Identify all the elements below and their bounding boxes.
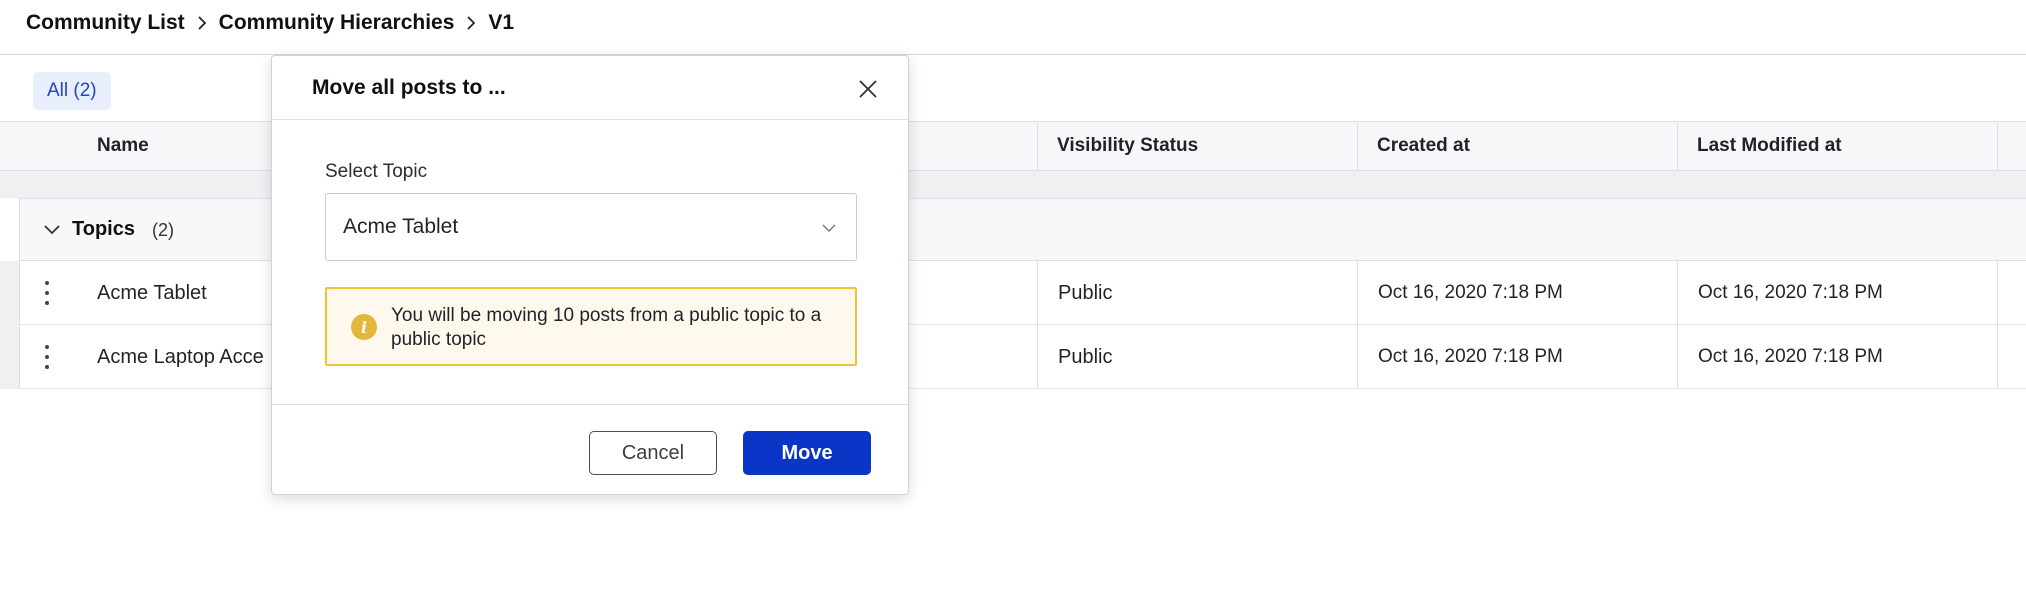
breadcrumb-current: V1	[488, 11, 515, 34]
column-divider	[1357, 261, 1358, 389]
chevron-right-icon	[462, 14, 480, 32]
move-button[interactable]: Move	[743, 431, 871, 475]
breadcrumb-community-list[interactable]: Community List	[26, 11, 185, 35]
more-options-icon[interactable]	[42, 281, 52, 305]
cell-visibility: Public	[1058, 345, 1113, 368]
breadcrumb: Community List Community Hierarchies V1	[26, 0, 514, 46]
column-divider	[1037, 261, 1038, 389]
column-divider	[1677, 121, 1678, 171]
group-count: (2)	[152, 220, 174, 240]
cell-name: Acme Laptop Acce	[97, 345, 264, 368]
more-options-icon[interactable]	[42, 345, 52, 369]
column-divider	[1997, 261, 1998, 389]
move-posts-dialog: Move all posts to ... Select Topic Acme …	[271, 55, 909, 495]
row-side-band	[0, 325, 19, 389]
column-header-modified[interactable]: Last Modified at	[1697, 122, 1842, 170]
topic-select-value: Acme Tablet	[343, 215, 459, 238]
breadcrumb-community-hierarchies[interactable]: Community Hierarchies	[219, 11, 455, 35]
cell-modified: Oct 16, 2020 7:18 PM	[1698, 346, 1883, 367]
dialog-footer-divider	[272, 404, 908, 405]
cell-visibility: Public	[1058, 281, 1113, 304]
chevron-right-icon	[193, 14, 211, 32]
dialog-title: Move all posts to ...	[312, 76, 506, 99]
cell-modified: Oct 16, 2020 7:18 PM	[1698, 282, 1883, 303]
dialog-header-divider	[272, 119, 908, 120]
cell-name: Acme Tablet	[97, 281, 207, 304]
chevron-down-icon	[820, 219, 838, 237]
chevron-down-icon[interactable]	[42, 219, 62, 239]
row-side-band	[0, 261, 19, 325]
column-header-visibility[interactable]: Visibility Status	[1057, 122, 1198, 170]
topic-select[interactable]: Acme Tablet	[325, 193, 857, 261]
column-divider	[1677, 261, 1678, 389]
filter-chip-all[interactable]: All (2)	[33, 72, 111, 110]
column-header-name[interactable]: Name	[97, 122, 149, 170]
column-divider	[1357, 121, 1358, 171]
cancel-button[interactable]: Cancel	[589, 431, 717, 475]
group-title: Topics	[72, 218, 135, 240]
info-icon: i	[351, 314, 377, 340]
cell-created: Oct 16, 2020 7:18 PM	[1378, 282, 1563, 303]
warning-text: You will be moving 10 posts from a publi…	[391, 305, 822, 350]
column-divider	[1997, 121, 1998, 171]
cell-created: Oct 16, 2020 7:18 PM	[1378, 346, 1563, 367]
select-topic-label: Select Topic	[325, 161, 428, 182]
column-divider	[1037, 121, 1038, 171]
warning-alert: i You will be moving 10 posts from a pub…	[325, 287, 857, 366]
close-icon[interactable]	[855, 76, 881, 102]
column-header-created[interactable]: Created at	[1377, 122, 1470, 170]
